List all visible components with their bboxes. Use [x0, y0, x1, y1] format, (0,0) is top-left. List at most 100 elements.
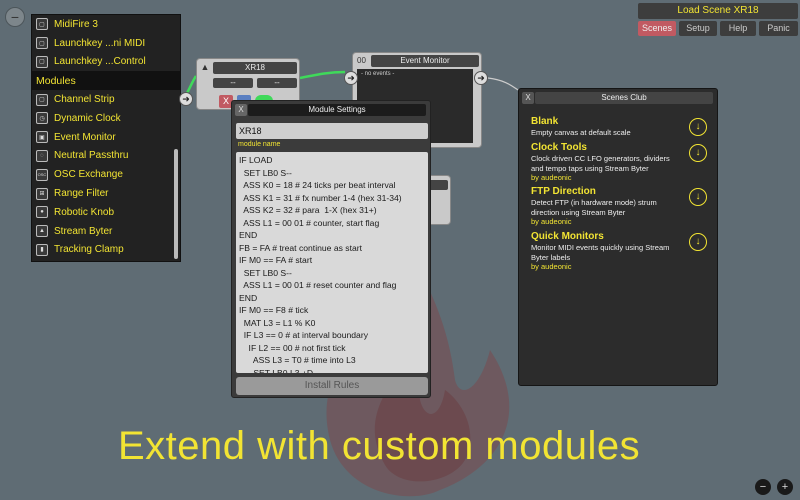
scene-entry[interactable]: Blank Empty canvas at default scale [531, 116, 691, 138]
module-list-label: OSC Exchange [54, 169, 123, 181]
byter-icon: ▲ [36, 225, 48, 238]
scene-entry[interactable]: Quick Monitors Monitor MIDI events quickl… [531, 231, 691, 272]
scene-description: Detect FTP (in hardware mode) strum [531, 198, 657, 207]
passthru-icon: ◌ [36, 149, 48, 162]
download-scene-button[interactable]: ↓ [689, 118, 707, 136]
module-settings-title: Module Settings [248, 104, 426, 116]
xr18-node-title: XR18 [213, 62, 297, 74]
app-icon: ▢ [36, 55, 48, 68]
rules-line: SET LB0 S-- [239, 167, 292, 178]
event-monitor-title: Event Monitor [371, 55, 479, 67]
rules-line: ASS L3 = T0 # time into L3 [239, 355, 356, 365]
cable-xr18-to-monitor [299, 70, 346, 80]
scene-entry[interactable]: Clock Tools Clock driven CC LFO generator… [531, 142, 691, 183]
module-list-item[interactable]: OSC OSC Exchange [32, 165, 180, 184]
app-icon: ▢ [36, 37, 48, 50]
module-list-label: Modules [36, 74, 76, 87]
rules-line: IF L2 == 00 # not first tick [239, 342, 346, 353]
scene-author: by audeonic [531, 173, 572, 182]
module-list-item[interactable]: ▲ Stream Byter [32, 222, 180, 241]
download-icon: ↓ [695, 147, 701, 158]
download-scene-button[interactable]: ↓ [689, 233, 707, 251]
module-list-item[interactable]: ⊞ Range Filter [32, 184, 180, 203]
minus-menu-button[interactable]: − [5, 7, 25, 27]
rules-editor[interactable]: IF LOAD SET LB0 S-- ASS K0 = 18 # 24 tic… [236, 152, 428, 373]
module-list-label: Event Monitor [54, 131, 116, 143]
rules-line: ASS K2 = 32 # para 1-X (hex 31+) [239, 205, 377, 215]
tab-help[interactable]: Help [720, 21, 756, 36]
xr18-field-2[interactable]: -- [257, 78, 297, 88]
scenes-club-panel[interactable]: X Scenes Club Blank Empty canvas at defau… [518, 88, 718, 386]
scene-description: Byter labels [531, 252, 571, 262]
zoom-out-button[interactable]: − [755, 479, 771, 495]
knob-icon: ● [36, 206, 48, 219]
scene-description: Empty canvas at default scale [531, 128, 631, 137]
xr18-field-1[interactable]: -- [213, 78, 253, 88]
module-list-label: MidiFire 3 [54, 18, 98, 30]
scene-entry[interactable]: FTP Direction Detect FTP (in hardware mod… [531, 186, 691, 227]
list-scrollbar[interactable] [174, 149, 178, 259]
rules-line: END [239, 230, 258, 240]
hidden-module-title-bar [428, 180, 448, 190]
minus-icon: − [10, 9, 20, 25]
module-list-label: Dynamic Clock [54, 112, 121, 124]
scene-title: Blank [531, 116, 559, 127]
module-settings-close-button[interactable]: X [235, 104, 247, 116]
module-list-item[interactable]: ◌ Neutral Passthru [32, 147, 180, 166]
scene-description: Clock driven CC LFO generators, dividers [531, 154, 670, 163]
app-icon: ▢ [36, 18, 48, 31]
rules-line: SET LB0 L3 +D [239, 367, 314, 374]
xr18-input-port[interactable]: ➜ [179, 92, 193, 106]
scene-title: Quick Monitors [531, 231, 604, 242]
monitor-output-port[interactable]: ➜ [474, 71, 488, 85]
module-name-input[interactable]: XR18 [236, 123, 428, 139]
module-list-item[interactable]: ● Robotic Knob [32, 203, 180, 222]
module-list-item[interactable]: ▢ Launchkey ...Control [32, 53, 180, 72]
module-settings-dialog[interactable]: X Module Settings XR18 module name IF LO… [231, 100, 431, 398]
rules-line: ASS L1 = 00 01 # reset counter and flag [239, 280, 397, 290]
rules-line: IF L3 == 0 # at interval boundary [239, 330, 368, 340]
scene-author: by audeonic [531, 217, 572, 226]
scene-description: direction using Stream Byter [531, 207, 626, 217]
rules-line: IF M0 == F8 # tick [239, 305, 309, 315]
promo-caption: Extend with custom modules [118, 424, 641, 468]
scenes-club-title: Scenes Club [535, 92, 713, 104]
module-list-label: Robotic Knob [54, 206, 115, 218]
module-list[interactable]: ▢ MidiFire 3 ▢ Launchkey ...ni MIDI ▢ Launchk… [31, 14, 181, 262]
module-list-item[interactable]: ▮ Tracking Clamp [32, 241, 180, 260]
scene-title: FTP Direction [531, 186, 596, 197]
scene-description: Monitor MIDI events quickly using Stream [531, 243, 670, 252]
zoom-in-button[interactable]: + [777, 479, 793, 495]
arrow-right-icon: ➜ [477, 72, 485, 83]
download-icon: ↓ [695, 191, 701, 202]
download-scene-button[interactable]: ↓ [689, 144, 707, 162]
clock-icon: ◷ [36, 112, 48, 125]
cable-monitor-out [487, 77, 519, 91]
scene-description: and tempo taps using Stream Byter [531, 163, 649, 173]
scenes-club-close-button[interactable]: X [522, 92, 534, 104]
event-monitor-tag: 00 [357, 56, 366, 65]
monitor-input-port[interactable]: ➜ [344, 71, 358, 85]
module-list-item[interactable]: ▢ MidiFire 3 [32, 15, 180, 34]
osc-icon: OSC [36, 168, 48, 181]
module-name-label: module name [238, 141, 281, 148]
module-list-label: Stream Byter [54, 225, 113, 237]
tab-scenes[interactable]: Scenes [638, 21, 676, 36]
module-list-item[interactable]: ▣ Event Monitor [32, 128, 180, 147]
module-list-header: Modules [32, 71, 180, 91]
module-list-item[interactable]: ▢ Launchkey ...ni MIDI [32, 34, 180, 53]
filter-icon: ⊞ [36, 187, 48, 200]
module-list-label: Range Filter [54, 188, 109, 200]
rules-line: ASS K1 = 31 # fx number 1-4 (hex 31-34) [239, 192, 402, 203]
rules-line: MAT L3 = L1 % K0 [239, 317, 316, 328]
tab-setup[interactable]: Setup [679, 21, 717, 36]
module-list-item[interactable]: ◷ Dynamic Clock [32, 109, 180, 128]
download-scene-button[interactable]: ↓ [689, 188, 707, 206]
load-scene-button[interactable]: Load Scene XR18 [638, 3, 798, 19]
rules-line: SET LB0 S-- [239, 267, 292, 278]
panic-button[interactable]: Panic [759, 21, 798, 36]
download-icon: ↓ [695, 121, 701, 132]
arrow-right-icon: ➜ [182, 93, 190, 104]
module-list-item[interactable]: ▢ Channel Strip [32, 90, 180, 109]
install-rules-button[interactable]: Install Rules [236, 377, 428, 395]
